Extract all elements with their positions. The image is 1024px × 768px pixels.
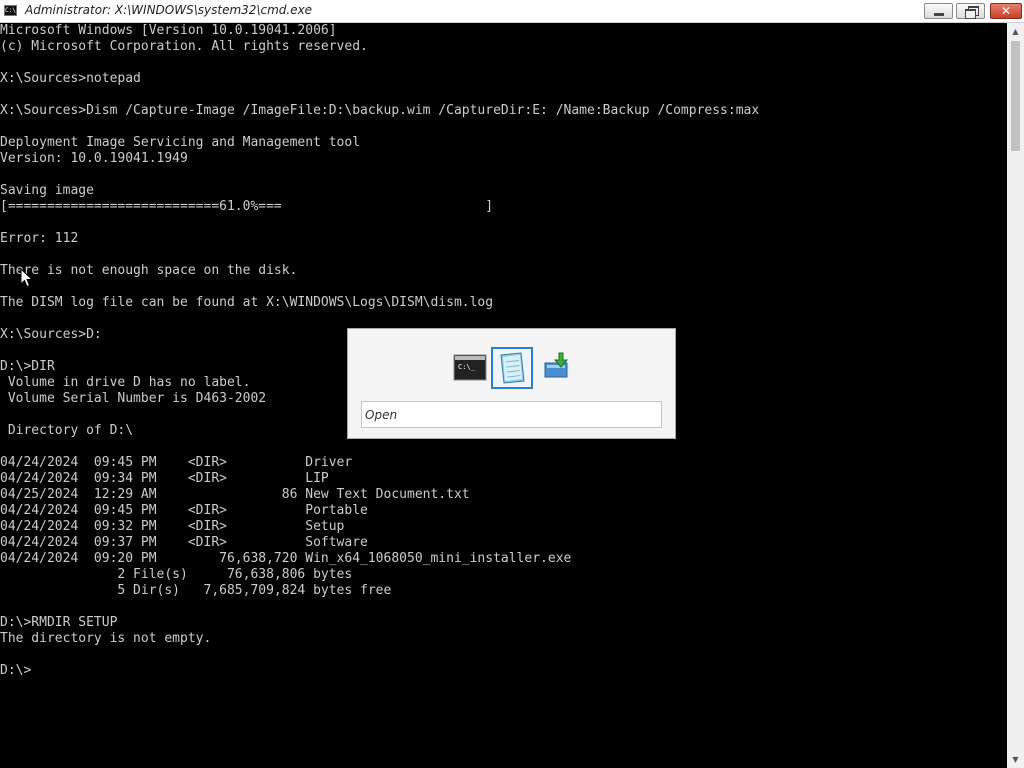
console-line: Volume Serial Number is D463-2002 [0, 391, 267, 406]
console-line: There is not enough space on the disk. [0, 263, 298, 278]
console-line: Saving image [0, 183, 94, 198]
console-line: X:\Sources>D: [0, 327, 102, 342]
console-line: 04/24/2024 09:45 PM <DIR> Driver [0, 455, 353, 470]
console-line: Error: 112 [0, 231, 79, 246]
command-prompt-icon: C:\_ [453, 354, 487, 381]
search-placeholder: Open [365, 408, 398, 422]
minimize-button[interactable] [924, 3, 953, 19]
restore-button[interactable] [956, 3, 985, 19]
console-line: 04/24/2024 09:37 PM <DIR> Software [0, 535, 368, 550]
restore-icon-front [965, 9, 976, 19]
console-line: 5 Dir(s) 7,685,709,824 bytes free [0, 583, 392, 598]
console-line: X:\Sources>notepad [0, 71, 141, 86]
cmd-app-icon[interactable]: C:\ [4, 5, 17, 16]
switcher-item-notepad[interactable] [491, 347, 533, 389]
console-line: 04/24/2024 09:34 PM <DIR> LIP [0, 471, 329, 486]
console-line: Microsoft Windows [Version 10.0.19041.20… [0, 23, 337, 38]
window-title: Administrator: X:\WINDOWS\system32\cmd.e… [25, 3, 313, 17]
console-line: 04/25/2024 12:29 AM 86 New Text Document… [0, 487, 470, 502]
setup-install-icon [544, 352, 569, 378]
task-switcher: C:\_ Open [347, 328, 676, 439]
scroll-up-icon[interactable]: ▲ [1007, 23, 1024, 40]
console-line: The directory is not empty. [0, 631, 212, 646]
console-line: 04/24/2024 09:20 PM 76,638,720 Win_x64_1… [0, 551, 572, 566]
switcher-item-setup[interactable] [535, 347, 577, 389]
notepad-icon [500, 352, 525, 384]
console-line: The DISM log file can be found at X:\WIN… [0, 295, 494, 310]
console-line: Deployment Image Servicing and Managemen… [0, 135, 361, 150]
console-line: D:\> [0, 663, 32, 678]
console-line: D:\>DIR [0, 359, 55, 374]
console-line: Directory of D:\ [0, 423, 134, 438]
console-line: 04/24/2024 09:45 PM <DIR> Portable [0, 503, 368, 518]
console-line: (c) Microsoft Corporation. All rights re… [0, 39, 368, 54]
console-line: X:\Sources>Dism /Capture-Image /ImageFil… [0, 103, 760, 118]
console-line: [===========================61.0%=== ] [0, 199, 494, 214]
console-line: D:\>RMDIR SETUP [0, 615, 118, 630]
scroll-thumb[interactable] [1011, 41, 1020, 151]
scroll-down-icon[interactable]: ▼ [1007, 751, 1024, 768]
mouse-pointer-icon [20, 268, 34, 288]
console-line: 04/24/2024 09:32 PM <DIR> Setup [0, 519, 345, 534]
search-input[interactable]: Open [361, 401, 662, 428]
close-icon: ✕ [1000, 4, 1012, 18]
title-bar[interactable]: C:\ Administrator: X:\WINDOWS\system32\c… [0, 0, 1024, 23]
svg-text:C:\_: C:\_ [458, 363, 476, 371]
console-line: Version: 10.0.19041.1949 [0, 151, 188, 166]
minimize-icon [934, 13, 944, 16]
console-line: Volume in drive D has no label. [0, 375, 251, 390]
switcher-item-cmd[interactable]: C:\_ [449, 347, 491, 389]
close-button[interactable]: ✕ [990, 3, 1022, 19]
vertical-scrollbar[interactable]: ▲ ▼ [1007, 23, 1024, 768]
console-line: 2 File(s) 76,638,806 bytes [0, 567, 353, 582]
